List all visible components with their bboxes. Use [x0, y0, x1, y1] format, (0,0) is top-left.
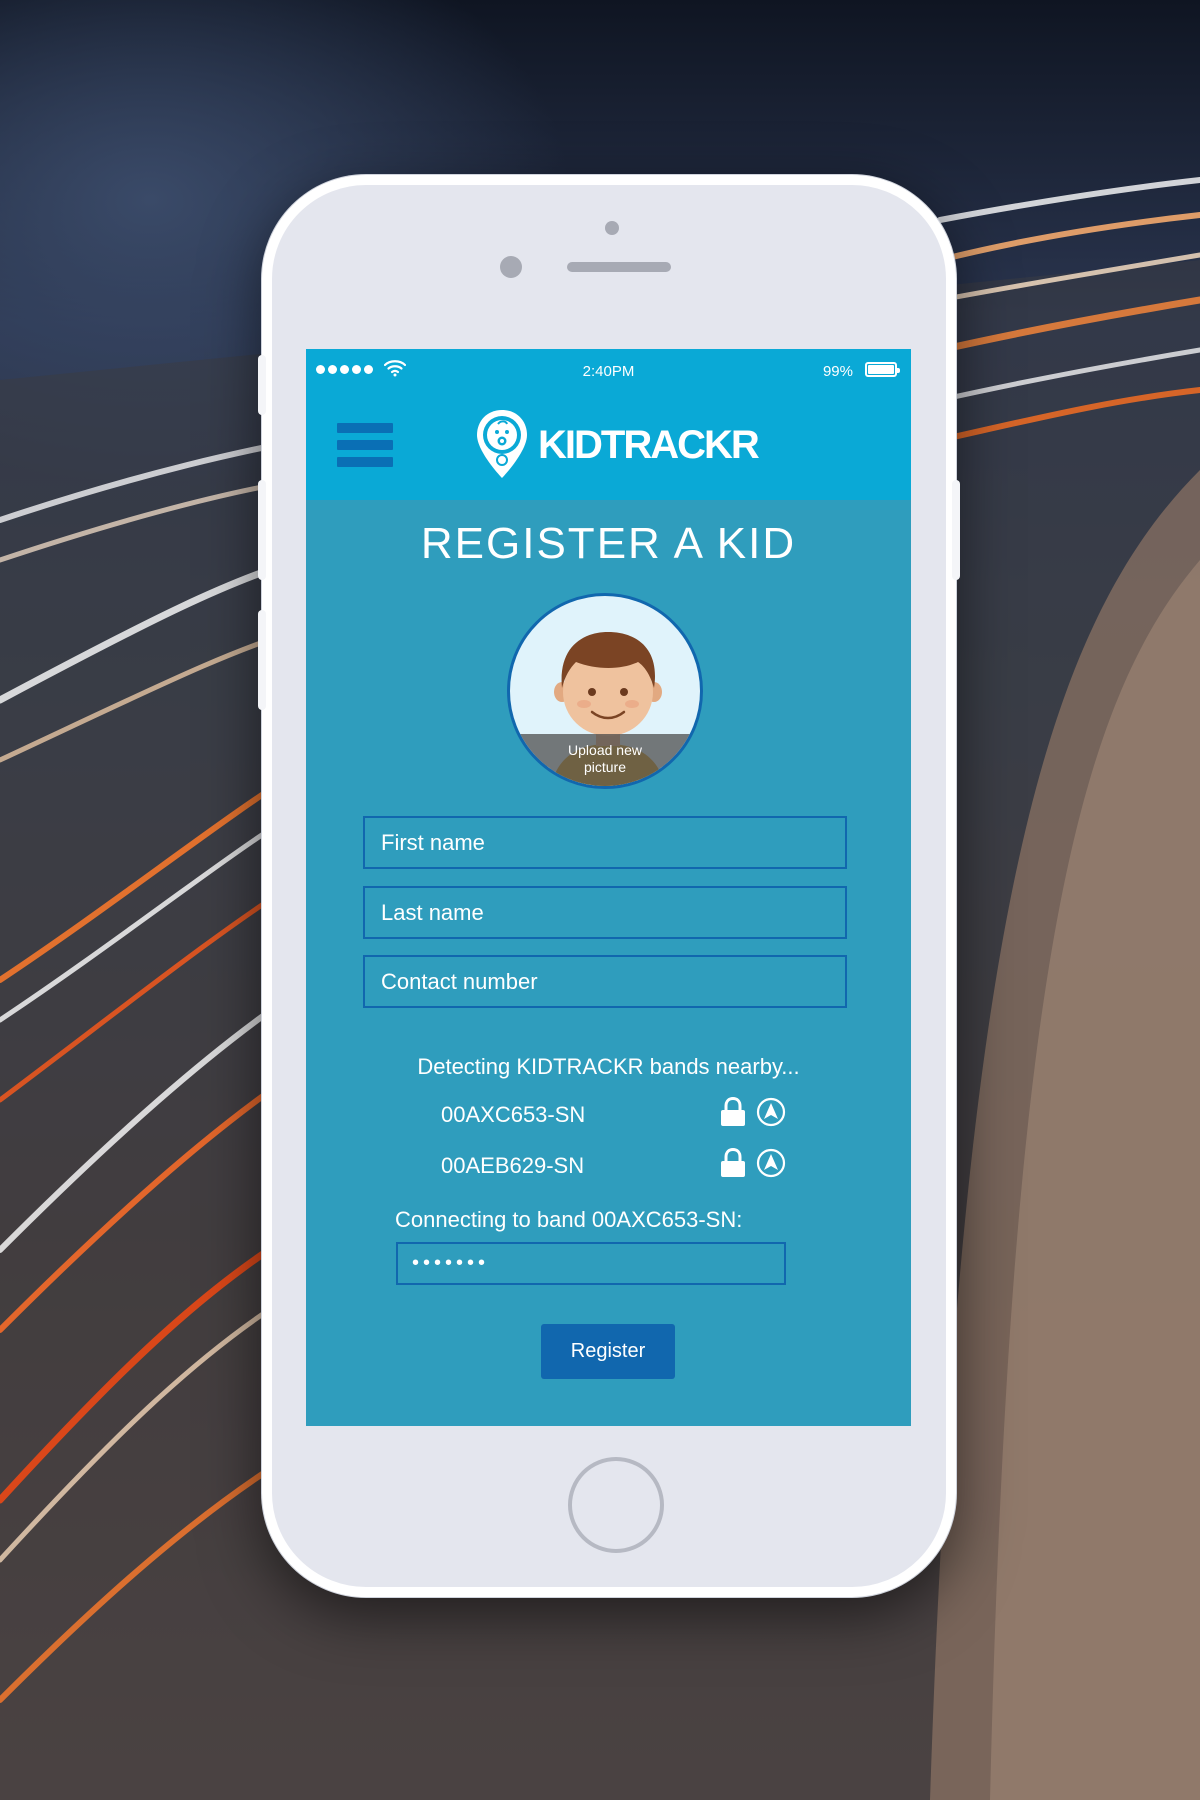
- battery-icon: [865, 362, 900, 377]
- location-pin-baby-icon: [477, 410, 527, 478]
- volume-up-button: [258, 480, 266, 580]
- earpiece-speaker: [567, 262, 671, 272]
- navigation-arrow-icon[interactable]: [756, 1148, 786, 1178]
- band-list-item[interactable]: 00AXC653-SN: [306, 1094, 911, 1134]
- kid-avatar-upload[interactable]: Upload new picture: [507, 593, 703, 789]
- status-time: 2:40PM: [582, 363, 635, 380]
- front-sensor: [605, 221, 619, 235]
- band-id: 00AEB629-SN: [441, 1153, 585, 1178]
- lock-icon[interactable]: [720, 1148, 746, 1178]
- hamburger-menu-icon[interactable]: [337, 423, 393, 469]
- upload-picture-label: Upload new picture: [568, 742, 642, 775]
- battery-percentage: 99%: [822, 363, 853, 380]
- app-screen: 2:40PM 99% KIDTRACKR REGISTER A KID Uplo…: [306, 349, 911, 1426]
- power-button: [952, 480, 960, 580]
- band-password-input[interactable]: [396, 1242, 786, 1285]
- connecting-band-label: Connecting to band 00AXC653-SN:: [395, 1207, 743, 1232]
- app-logo: KIDTRACKR: [474, 404, 760, 484]
- page-title: REGISTER A KID: [420, 519, 797, 568]
- detecting-bands-status: Detecting KIDTRACKR bands nearby...: [417, 1054, 800, 1079]
- last-name-input[interactable]: [363, 886, 847, 939]
- volume-down-button: [258, 610, 266, 710]
- lock-icon[interactable]: [720, 1097, 746, 1127]
- band-id: 00AXC653-SN: [441, 1102, 586, 1127]
- register-button[interactable]: Register: [541, 1324, 675, 1379]
- contact-number-input[interactable]: [363, 955, 847, 1008]
- band-list-item[interactable]: 00AEB629-SN: [306, 1145, 911, 1185]
- status-bar: 2:40PM 99%: [306, 349, 911, 393]
- navigation-arrow-icon[interactable]: [756, 1097, 786, 1127]
- app-name: KIDTRACKR: [538, 422, 760, 467]
- app-header: KIDTRACKR: [306, 393, 911, 500]
- front-camera: [500, 256, 522, 278]
- first-name-input[interactable]: [363, 816, 847, 869]
- mute-switch: [258, 355, 266, 415]
- upload-picture-overlay[interactable]: Upload new picture: [510, 734, 700, 786]
- home-button[interactable]: [568, 1457, 664, 1553]
